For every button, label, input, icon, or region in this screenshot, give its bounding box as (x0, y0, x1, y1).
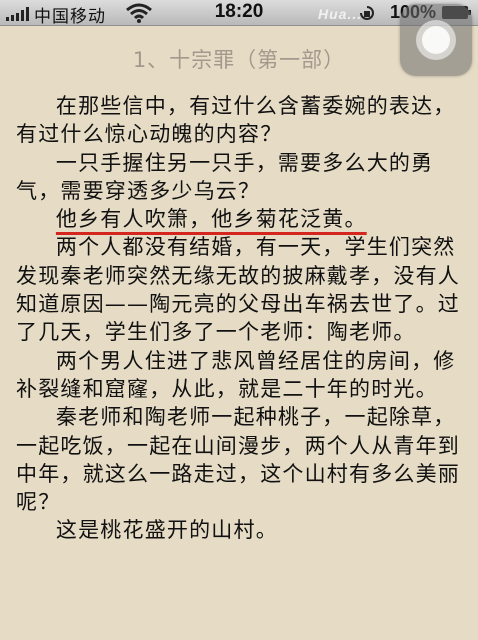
watermark-text: Hua... (318, 6, 363, 22)
paragraph: 两个男人住进了悲风曾经居住的房间，修补裂缝和窟窿，从此，就是二十年的时光。 (16, 348, 456, 401)
underlined-text: 他乡有人吹箫，他乡菊花泛黄。 (55, 207, 367, 232)
reading-content: 在那些信中，有过什么含蓄委婉的表达，有过什么惊心动魄的内容？ 一只手握住另一只手… (16, 92, 468, 545)
paragraph: 秦老师和陶老师一起种桃子，一起除草，一起吃饭，一起在山间漫步，两个人从青年到中年… (16, 405, 460, 515)
paragraph: 一只手握住另一只手，需要多么大的勇气，需要穿透多少乌云？ (16, 150, 434, 203)
paragraph: 两个人都没有结婚，有一天，学生们突然发现秦老师突然无缘无故的披麻戴孝，没有人知道… (16, 235, 460, 345)
chapter-title: 1、十宗罪（第一部） (132, 48, 346, 72)
paragraph: 这是桃花盛开的山村。 (55, 518, 278, 543)
paragraph-highlighted: 他乡有人吹箫，他乡菊花泛黄。 (16, 205, 468, 233)
paragraph: 在那些信中，有过什么含蓄委婉的表达，有过什么惊心动魄的内容？ (16, 94, 456, 147)
orientation-lock-icon (358, 5, 376, 25)
